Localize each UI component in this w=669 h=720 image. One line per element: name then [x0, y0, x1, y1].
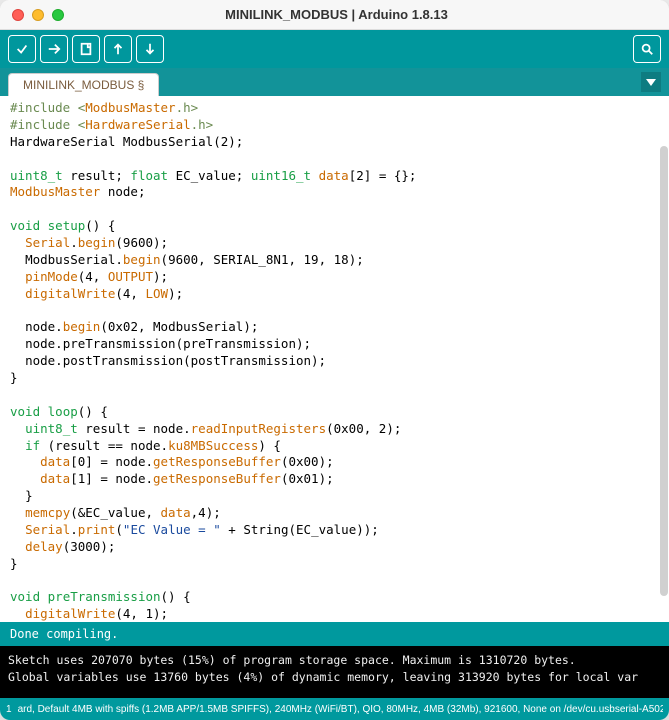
- new-button[interactable]: [72, 35, 100, 63]
- titlebar[interactable]: MINILINK_MODBUS | Arduino 1.8.13: [0, 0, 669, 30]
- sketch-tab[interactable]: MINILINK_MODBUS §: [8, 73, 159, 96]
- code-line: }: [10, 556, 659, 573]
- code-line: pinMode(4, OUTPUT);: [10, 269, 659, 286]
- verify-button[interactable]: [8, 35, 36, 63]
- code-line: uint8_t result = node.readInputRegisters…: [10, 421, 659, 438]
- status-bar: Done compiling.: [0, 622, 669, 646]
- code-line: data[0] = node.getResponseBuffer(0x00);: [10, 454, 659, 471]
- line-number: 1: [6, 704, 12, 715]
- save-button[interactable]: [136, 35, 164, 63]
- sketch-tab-label: MINILINK_MODBUS §: [23, 78, 144, 92]
- status-message: Done compiling.: [10, 627, 118, 641]
- code-line: void loop() {: [10, 404, 659, 421]
- code-line: Serial.print("EC Value = " + String(EC_v…: [10, 522, 659, 539]
- code-line: digitalWrite(4, 1);: [10, 606, 659, 622]
- tab-bar: MINILINK_MODBUS §: [0, 68, 669, 96]
- code-line: if (result == node.ku8MBSuccess) {: [10, 438, 659, 455]
- code-line: Serial.begin(9600);: [10, 235, 659, 252]
- window-title: MINILINK_MODBUS | Arduino 1.8.13: [16, 7, 657, 22]
- code-line: ModbusSerial.begin(9600, SERIAL_8N1, 19,…: [10, 252, 659, 269]
- console-line-2: Global variables use 13760 bytes (4%) of…: [8, 670, 638, 684]
- output-console[interactable]: Sketch uses 207070 bytes (15%) of progra…: [0, 646, 669, 698]
- code-line: node.preTransmission(preTransmission);: [10, 336, 659, 353]
- console-line-1: Sketch uses 207070 bytes (15%) of progra…: [8, 653, 576, 667]
- arduino-ide-window: MINILINK_MODBUS | Arduino 1.8.13 MINILIN…: [0, 0, 669, 720]
- code-line: [10, 201, 659, 218]
- toolbar: [0, 30, 669, 68]
- footer: 1 ard, Default 4MB with spiffs (1.2MB AP…: [0, 698, 669, 720]
- code-line: node.begin(0x02, ModbusSerial);: [10, 319, 659, 336]
- code-line: digitalWrite(4, LOW);: [10, 286, 659, 303]
- open-button[interactable]: [104, 35, 132, 63]
- code-line: }: [10, 370, 659, 387]
- code-line: [10, 151, 659, 168]
- code-editor[interactable]: #include <ModbusMaster.h>#include <Hardw…: [0, 96, 669, 622]
- board-info: ard, Default 4MB with spiffs (1.2MB APP/…: [18, 704, 663, 715]
- code-line: [10, 303, 659, 320]
- code-line: void preTransmission() {: [10, 589, 659, 606]
- code-line: data[1] = node.getResponseBuffer(0x01);: [10, 471, 659, 488]
- code-line: memcpy(&EC_value, data,4);: [10, 505, 659, 522]
- tab-menu-button[interactable]: [641, 72, 661, 92]
- upload-button[interactable]: [40, 35, 68, 63]
- code-line: delay(3000);: [10, 539, 659, 556]
- code-line: [10, 387, 659, 404]
- vertical-scrollbar[interactable]: [660, 146, 668, 596]
- serial-monitor-button[interactable]: [633, 35, 661, 63]
- code-line: void setup() {: [10, 218, 659, 235]
- code-line: uint8_t result; float EC_value; uint16_t…: [10, 168, 659, 185]
- code-line: #include <ModbusMaster.h>: [10, 100, 659, 117]
- code-line: HardwareSerial ModbusSerial(2);: [10, 134, 659, 151]
- code-line: }: [10, 488, 659, 505]
- code-line: node.postTransmission(postTransmission);: [10, 353, 659, 370]
- code-line: ModbusMaster node;: [10, 184, 659, 201]
- code-line: [10, 573, 659, 590]
- code-line: #include <HardwareSerial.h>: [10, 117, 659, 134]
